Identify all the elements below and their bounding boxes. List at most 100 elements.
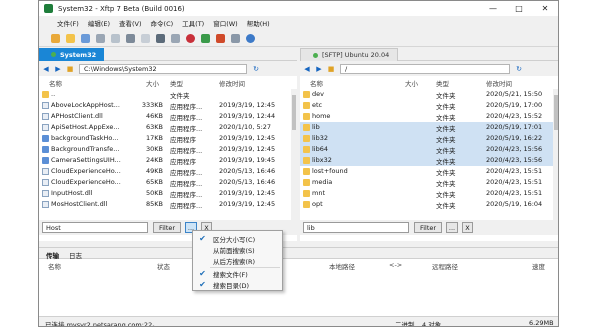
menu-item[interactable]: 从前面搜索(S) — [193, 244, 282, 255]
folder-icon — [303, 201, 310, 208]
menu-item[interactable]: 从后方搜索(R) — [193, 255, 282, 266]
view-icon[interactable] — [141, 33, 150, 43]
back-icon[interactable]: ◀ — [302, 64, 312, 74]
settings-icon[interactable] — [156, 33, 165, 43]
tab-log[interactable]: 日志 — [69, 250, 82, 260]
col-size[interactable]: 大小 — [146, 78, 159, 88]
remote-path-input[interactable]: / — [340, 63, 510, 74]
tab-transfer[interactable]: 传输 — [46, 250, 59, 260]
local-filter-button[interactable]: Filter — [153, 222, 181, 233]
table-row[interactable]: APHostClient.dll 46KB 应用程序... 2019/3/19, 12… — [39, 111, 297, 122]
file-modified: 2020/5/19, 17:00 — [486, 101, 543, 109]
table-row[interactable]: home 文件夹 2020/4/23, 15:52 — [300, 111, 558, 122]
local-file-list: .. 文件夹 AboveLockAppHost... 333KB 应用程序... 2019… — [39, 89, 297, 210]
refresh-icon[interactable] — [111, 33, 120, 43]
col-type[interactable]: 类型 — [436, 78, 449, 88]
table-row[interactable]: MosHostClient.dll 85KB 应用程序... 2019/3/19, 1… — [39, 199, 297, 210]
table-row[interactable]: AboveLockAppHost... 333KB 应用程序... 2019/3/19… — [39, 100, 297, 111]
menu-item[interactable]: ✔ 搜索目录(D) — [193, 279, 282, 290]
file-name: libx32 — [312, 156, 332, 164]
refresh-icon[interactable]: ↻ — [251, 64, 261, 74]
folder-icon[interactable]: ■ — [65, 64, 75, 74]
table-row[interactable]: CameraSettingsUIH... 24KB 应用程序 2019/3/19, 1… — [39, 155, 297, 166]
back-icon[interactable]: ◀ — [41, 64, 51, 74]
bookmark-icon[interactable] — [171, 33, 180, 43]
new-session-icon[interactable] — [51, 33, 60, 43]
menu-item[interactable]: ✔ 区分大小写(C) — [193, 233, 282, 244]
file-type: 应用程序... — [170, 180, 203, 188]
local-scrollbar[interactable] — [291, 89, 297, 220]
col-remote-path[interactable]: 远程路径 — [432, 261, 458, 271]
col-name[interactable]: 名称 — [49, 78, 62, 88]
table-row[interactable]: ApiSetHost.AppExe... 63KB 应用程序... 2020/1/10… — [39, 122, 297, 133]
table-row[interactable]: media 文件夹 2020/4/23, 15:51 — [300, 177, 558, 188]
table-row[interactable]: libx32 文件夹 2020/4/23, 15:56 — [300, 155, 558, 166]
remote-filter-input[interactable]: lib — [303, 222, 409, 233]
menu-window[interactable]: 窗口(W) — [213, 18, 238, 28]
menu-item[interactable]: ✔ 搜索文件(F) — [193, 268, 282, 279]
stop-icon[interactable] — [186, 33, 195, 43]
table-row[interactable]: backgroundTaskHo... 17KB 应用程序 2019/3/19, 12… — [39, 133, 297, 144]
col-type[interactable]: 类型 — [170, 78, 183, 88]
file-type: 文件夹 — [436, 136, 456, 144]
table-row[interactable]: dev 文件夹 2020/5/21, 15:50 — [300, 89, 558, 100]
col-name[interactable]: 名称 — [310, 78, 323, 88]
help-icon[interactable] — [216, 33, 225, 43]
open-folder-icon[interactable] — [66, 33, 75, 43]
tab-local[interactable]: System32 — [39, 48, 105, 61]
file-name: MosHostClient.dll — [51, 200, 108, 208]
check-icon: ✔ — [199, 269, 206, 278]
col-size[interactable]: 大小 — [405, 78, 418, 88]
table-row[interactable]: lib32 文件夹 2020/5/19, 16:22 — [300, 133, 558, 144]
file-name: lib64 — [312, 145, 329, 153]
menu-edit[interactable]: 编辑(E) — [88, 18, 110, 28]
menu-command[interactable]: 命令(C) — [151, 18, 174, 28]
menu-tools[interactable]: 工具(T) — [182, 18, 204, 28]
table-row[interactable]: InputHost.dll 50KB 应用程序... 2019/3/19, 12:45 — [39, 188, 297, 199]
col-direction[interactable]: <-> — [389, 261, 402, 269]
remote-filter-button[interactable]: Filter — [414, 222, 442, 233]
col-transfer-status[interactable]: 状态 — [157, 261, 170, 271]
table-row[interactable]: BackgroundTransfe... 30KB 应用程序... 2019/3/19… — [39, 144, 297, 155]
terminal-icon[interactable] — [126, 33, 135, 43]
table-row[interactable]: opt 文件夹 2020/5/19, 16:04 — [300, 199, 558, 210]
remote-filter-options-button[interactable]: ... — [446, 222, 458, 233]
properties-icon[interactable] — [96, 33, 105, 43]
local-path-input[interactable]: C:\Windows\System32 — [79, 63, 247, 74]
table-row[interactable]: mnt 文件夹 2020/4/23, 15:51 — [300, 188, 558, 199]
menu-bar: 文件(F) 编辑(E) 查看(V) 命令(C) 工具(T) 窗口(W) 帮助(H… — [39, 16, 558, 29]
table-row[interactable]: lost+found 文件夹 2020/4/23, 15:51 — [300, 166, 558, 177]
col-speed[interactable]: 速度 — [532, 261, 545, 271]
col-modified[interactable]: 修改时间 — [486, 78, 512, 88]
col-local-path[interactable]: 本地路径 — [329, 261, 355, 271]
table-row[interactable]: lib 文件夹 2020/5/19, 17:01 — [300, 122, 558, 133]
forward-icon[interactable]: ▶ — [53, 64, 63, 74]
maximize-icon[interactable]: □ — [506, 1, 532, 16]
table-row[interactable]: .. 文件夹 — [39, 89, 297, 100]
remote-scrollbar[interactable] — [553, 89, 558, 220]
scroll-thumb[interactable] — [292, 95, 296, 130]
xshell-icon[interactable] — [201, 33, 210, 43]
refresh-icon[interactable]: ↻ — [514, 64, 524, 74]
menu-help[interactable]: 帮助(H) — [247, 18, 270, 28]
menu-file[interactable]: 文件(F) — [57, 18, 79, 28]
folder-icon[interactable]: ■ — [326, 64, 336, 74]
minimize-icon[interactable]: — — [480, 1, 506, 16]
tab-remote[interactable]: [SFTP] Ubuntu 20.04 — [300, 48, 399, 61]
scroll-thumb[interactable] — [554, 95, 558, 130]
info-icon[interactable] — [246, 33, 255, 43]
forward-icon[interactable]: ▶ — [314, 64, 324, 74]
remote-filter-clear-button[interactable]: X — [462, 222, 473, 233]
table-row[interactable]: CloudExperienceHo... 49KB 应用程序... 2020/5/13… — [39, 166, 297, 177]
close-icon[interactable]: ✕ — [532, 1, 558, 16]
table-row[interactable]: CloudExperienceHo... 65KB 应用程序... 2020/5/13… — [39, 177, 297, 188]
local-filter-input[interactable]: Host — [42, 222, 148, 233]
table-row[interactable]: etc 文件夹 2020/5/19, 17:00 — [300, 100, 558, 111]
transfer-icon[interactable] — [81, 33, 90, 43]
menu-view[interactable]: 查看(V) — [119, 18, 142, 28]
col-modified[interactable]: 修改时间 — [219, 78, 245, 88]
col-transfer-name[interactable]: 名称 — [48, 261, 61, 271]
table-row[interactable]: lib64 文件夹 2020/4/23, 15:56 — [300, 144, 558, 155]
lock-icon[interactable] — [231, 33, 240, 43]
file-name: CloudExperienceHo... — [51, 167, 121, 175]
